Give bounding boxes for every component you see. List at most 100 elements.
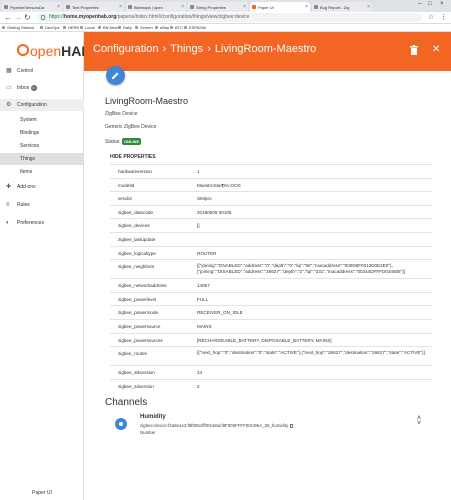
bookmark[interactable]: Getting Started (2, 25, 34, 30)
delete-icon[interactable] (410, 45, 418, 55)
property-value: [RECHARGEABLE_BATTERY, DISPOSABLE_BATTER… (197, 337, 332, 343)
minimize-icon[interactable]: – (418, 1, 421, 7)
sidebar-item-label: Add-ons (17, 184, 36, 190)
bookmark-star-icon[interactable]: ☆ (428, 13, 434, 23)
sidebar-item-inbox[interactable]: ▭ Inbox 0 (0, 82, 84, 94)
close-icon[interactable]: × (305, 4, 308, 10)
sidebar-item-configuration[interactable]: ⚙ Configuration (0, 99, 84, 111)
sidebar-item-addons[interactable]: ✚ Add-ons (0, 181, 84, 193)
url-field[interactable]: https://home.myopenhab.org/paperui/index… (37, 13, 422, 22)
url-host: home.myopenhab.org (64, 14, 117, 20)
browser-tab[interactable]: PipelineSensorsDa × (2, 2, 62, 12)
sidebar-item-rules[interactable]: ≡ Rules (0, 199, 84, 211)
url-path: /paperui/index.html#/configuration/thing… (116, 14, 250, 20)
status-label: Status: (105, 139, 121, 145)
bookmarks-bar: Getting Started DevOps HERE Local BN New… (0, 24, 451, 32)
property-row: zigbee_powersource MAINS (110, 318, 432, 333)
close-icon[interactable]: × (57, 4, 60, 10)
property-key: zigbee_networkaddress (118, 283, 167, 289)
browser-tab[interactable]: Text Properties × (64, 2, 124, 12)
sidebar-item-services[interactable]: Services (0, 140, 84, 152)
forward-icon[interactable]: → (14, 13, 22, 23)
sidebar-item-control[interactable]: ▦ Control (0, 65, 84, 77)
bookmark[interactable]: eBay (155, 25, 169, 30)
browser-tab[interactable]: Bitemaps | open × (126, 2, 186, 12)
menu-icon[interactable]: ⋮ (440, 13, 447, 23)
rules-icon: ≡ (6, 202, 10, 208)
property-value: 14957 (197, 283, 210, 289)
sidebar: openHAB ▦ Control ▭ Inbox 0 ⚙ Configuration… (0, 32, 92, 500)
logo-open: open (30, 43, 62, 59)
logo-text: openHAB (30, 43, 92, 59)
property-value: [{"joining":"ENABLED","address":"0","dep… (197, 263, 406, 274)
channel-type: Number (140, 430, 156, 435)
browser-tab-active[interactable]: Paper UI × (250, 2, 310, 12)
close-window-icon[interactable]: × (440, 1, 444, 7)
bookmark[interactable]: BN New (98, 25, 118, 30)
bookmark[interactable]: Daily (118, 25, 132, 30)
crumb-current: LivingRoom-Maestro (214, 43, 317, 55)
property-row: zigbee_logicaltype ROUTER (110, 245, 432, 260)
copy-icon[interactable] (290, 423, 294, 428)
property-key: zigbee_powermode (118, 310, 159, 316)
tab-label: PipelineSensorsDa (10, 5, 45, 10)
reload-icon[interactable]: ↻ (24, 13, 31, 23)
thing-detail: LivingRoom-Maestro ZigBee Device Generic… (84, 71, 451, 500)
channel-toggle[interactable] (115, 418, 127, 430)
property-value: [] (197, 223, 200, 229)
bookmark[interactable]: ESP8266 (184, 25, 206, 30)
close-icon[interactable]: × (181, 4, 184, 10)
browser-tab-strip: PipelineSensorsDa × Text Properties × Bite… (0, 0, 451, 12)
tab-label: Paper UI (258, 5, 274, 10)
bookmark[interactable]: HERE (63, 25, 79, 30)
hide-properties-button[interactable]: HIDE PROPERTIES (110, 154, 156, 160)
sidebar-item-bindings[interactable]: Bindings (0, 127, 84, 139)
maximize-icon[interactable]: □ (428, 1, 432, 7)
close-icon[interactable]: × (367, 4, 370, 10)
property-key: zigbee_logicaltype (118, 250, 156, 256)
favicon-icon (190, 5, 194, 9)
gear-icon: ⚙ (6, 102, 12, 108)
thing-subtype: Generic ZigBee Device (105, 124, 157, 130)
sidebar-item-system[interactable]: System (0, 114, 84, 126)
favicon-icon (66, 5, 70, 9)
expand-icon[interactable]: ˄ ˅ (417, 415, 421, 427)
page-header: Configuration › Things › LivingRoom-Maestro … (84, 32, 451, 71)
browser-tab[interactable]: Bug Report - Zig × (312, 2, 372, 12)
sidebar-item-things[interactable]: Things (0, 153, 84, 165)
sidebar-item-preferences[interactable]: ◐ Preferences (0, 217, 84, 229)
property-key: zigbee_powersource (118, 323, 161, 329)
sidebar-item-label: Items (20, 169, 33, 175)
chevron-right-icon: › (162, 43, 167, 55)
bookmark[interactable]: Screen (135, 25, 153, 30)
property-value: FULL (197, 296, 209, 302)
channel-uid-text: zigbee:device:f2a8e1e3:f8f0051fff00cb6a:… (140, 423, 289, 428)
channel-name: Humidity (140, 414, 166, 420)
property-row: zigbee_neighbors [{"joining":"ENABLED","a… (110, 259, 432, 278)
close-icon[interactable]: × (243, 4, 246, 10)
sidebar-item-label: Preferences (17, 220, 44, 226)
property-row: zigbee_powermode RECEIVER_ON_IDLE (110, 305, 432, 319)
crumb-things[interactable]: Things (170, 43, 203, 55)
sidebar-item-items[interactable]: Items (0, 166, 84, 178)
property-value: RECEIVER_ON_IDLE (197, 310, 243, 316)
favicon-icon (4, 5, 8, 9)
sidebar-item-label: System (20, 117, 37, 123)
property-key: modelId (118, 182, 135, 188)
close-icon[interactable]: × (119, 4, 122, 10)
property-value: 2 (197, 383, 200, 389)
browser-tab[interactable]: String Properties × (188, 2, 248, 12)
close-icon[interactable]: ✕ (432, 45, 440, 55)
property-key: zigbee_neighbors (118, 264, 155, 270)
property-row: modelId MaestroStat¶Kv.OOS (110, 177, 432, 192)
bookmark[interactable]: DevOps (40, 25, 59, 30)
bookmark[interactable]: BTC (170, 25, 183, 30)
bookmark[interactable]: Local (80, 25, 95, 30)
tab-label: Bitemaps | open (134, 5, 163, 10)
inbox-icon: ▭ (6, 85, 12, 91)
crumb-configuration[interactable]: Configuration (93, 43, 158, 55)
back-icon[interactable]: ← (4, 13, 12, 23)
tab-label: Text Properties (72, 5, 99, 10)
property-value: Stelpro (197, 196, 212, 202)
property-value: MaestroStat¶Kv.OOS (197, 182, 241, 188)
